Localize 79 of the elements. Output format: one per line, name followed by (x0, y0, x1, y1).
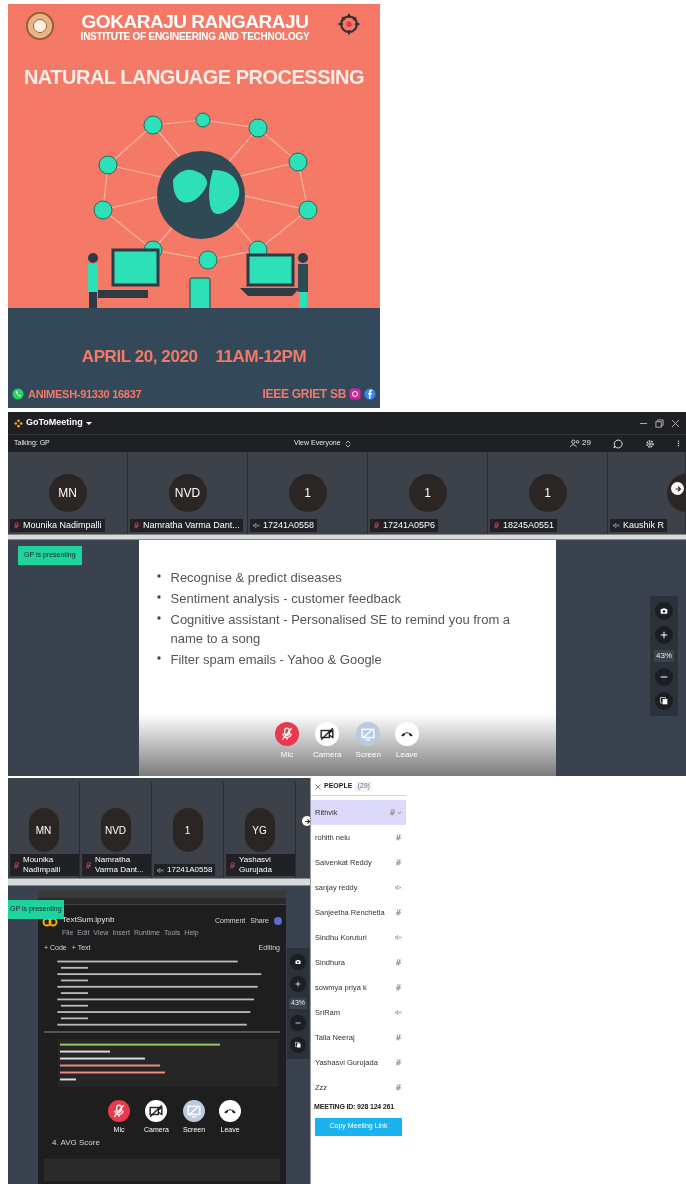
close-icon[interactable] (671, 418, 680, 428)
close-icon[interactable] (315, 783, 321, 790)
notebook-title: TextSum.ipynb (62, 914, 116, 926)
sort-arrows-icon (344, 439, 351, 448)
participant-name-text: Namratha Varma Dant... (95, 855, 145, 875)
zoom-out-button[interactable] (290, 1014, 306, 1031)
splitter-bar[interactable] (8, 878, 310, 886)
zoom-level: 43% (654, 650, 674, 662)
bullet-text: Recognise & predict diseases (170, 569, 342, 587)
rings-logo-icon (42, 917, 58, 927)
zoom-out-button[interactable] (655, 668, 673, 686)
participant-name-text: 18245A0551 (503, 519, 555, 531)
flower-logo-icon (14, 418, 23, 428)
zoom-in-button[interactable] (290, 976, 306, 992)
copy-icon (660, 697, 668, 705)
muted-mic-icon (280, 727, 295, 741)
chevron-down-icon (397, 810, 402, 815)
zoom-in-icon (660, 631, 668, 639)
participant-name-text: 17241A05P6 (383, 519, 436, 531)
participant-name-text: 17241A0558 (263, 519, 315, 531)
zoom-out-icon (295, 1019, 301, 1026)
organizer-name: IEEE GRIET SB (262, 386, 346, 403)
snapshot-camera-icon (295, 959, 301, 965)
event-date: APRIL 20, 2020 (81, 345, 198, 368)
snapshot-camera-button[interactable] (290, 954, 306, 970)
zoom-in-button[interactable] (655, 626, 673, 644)
bullet-icon (156, 616, 161, 620)
control-label: Mic (280, 749, 294, 761)
snapshot-camera-button[interactable] (655, 602, 673, 620)
participant-name-text: Yashasvi Gurujada (239, 855, 273, 875)
phone-chat-icon (12, 388, 24, 400)
control-label: Screen (355, 749, 381, 761)
settings-icon[interactable] (645, 438, 655, 449)
poster-heading: NATURAL LANGUAGE PROCESSING (22, 64, 366, 90)
arrow-right-icon (673, 484, 682, 493)
snapshot-camera-icon (660, 607, 668, 615)
bullet-icon (156, 574, 161, 578)
bullet-icon (156, 595, 161, 599)
camera-off-icon (320, 727, 335, 741)
screen-share-icon (187, 1104, 201, 1118)
section-heading: 4. AVG Score (52, 1137, 100, 1149)
splitter-bar[interactable] (8, 534, 686, 540)
app-name: GoToMeeting (26, 416, 83, 430)
control-label: Leave (396, 749, 418, 761)
gear-logo-icon (336, 12, 362, 38)
arrow-right-icon (303, 817, 311, 825)
zoom-in-icon (295, 981, 301, 987)
participant-name-text: Mounika Nadimpalli (23, 519, 102, 531)
institute-subtitle: INSTITUTE OF ENGINEERING AND TECHNOLOGY (80, 31, 310, 44)
more-menu-icon[interactable] (677, 439, 680, 448)
copy-button[interactable] (290, 1036, 306, 1053)
participant-name-text: Mounika Nadimpalli (23, 855, 62, 875)
camera-logo-icon (349, 388, 361, 400)
event-time: 11AM-12PM (215, 345, 307, 368)
camera-off-icon (149, 1104, 164, 1118)
college-emblem-icon (26, 12, 54, 40)
people-icon (569, 439, 582, 448)
bullet-text: Filter spam emails - Yahoo & Google (170, 651, 382, 669)
chat-icon[interactable] (613, 438, 623, 449)
camera-button[interactable] (315, 722, 340, 746)
user-avatar (274, 917, 282, 926)
copy-button[interactable] (655, 692, 673, 710)
muted-mic-icon (112, 1104, 126, 1118)
copy-icon (295, 1041, 301, 1048)
participant-name-text: 17241A0558 (167, 865, 213, 875)
screen-share-icon (361, 727, 376, 741)
zoom-out-icon (660, 673, 668, 681)
participant-name-text: Namratha Varma Dant... (143, 519, 240, 531)
bullet-text: Sentiment analysis - customer feedback (170, 590, 401, 608)
restore-icon[interactable] (655, 418, 664, 428)
bullet-text: Cognitive assistant - Personalised SE to remind you from a name to a song (170, 611, 512, 648)
participant-name-text: Kaushik R (623, 519, 665, 531)
f-logo-icon (364, 388, 376, 400)
contact-number: ANIMESH-91330 16837 (28, 386, 142, 402)
control-label: Camera (313, 749, 342, 761)
bullet-icon (156, 656, 161, 660)
caret-icon[interactable] (85, 420, 92, 426)
people-button[interactable]: 29 (569, 439, 591, 448)
institute-name: GOKARAJU RANGARAJU (81, 12, 309, 31)
